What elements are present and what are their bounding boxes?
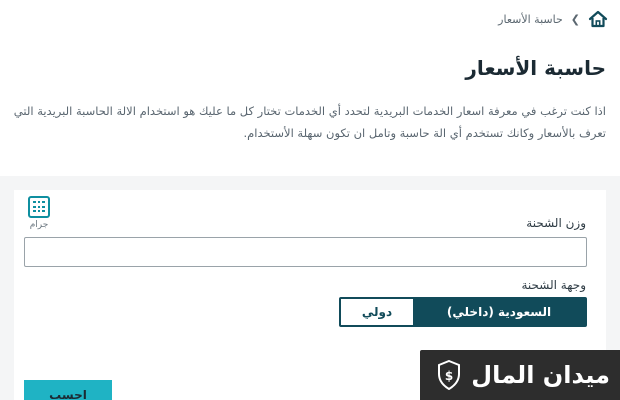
watermark-text: ميدان المال	[471, 361, 610, 389]
destination-toggle: السعودية (داخلي) دولي	[339, 297, 587, 327]
calculator-icon	[28, 196, 50, 218]
calculate-button[interactable]: احسب	[24, 380, 112, 400]
weight-input[interactable]	[24, 237, 587, 267]
unit-indicator: جرام	[24, 196, 54, 230]
watermark-logo: ميدان المال $	[420, 350, 620, 400]
destination-label: وجهة الشحنة	[521, 278, 587, 292]
breadcrumb-current: حاسبة الأسعار	[498, 12, 563, 26]
weight-label: وزن الشحنة	[526, 216, 586, 230]
home-icon[interactable]	[588, 10, 608, 28]
chevron-left-icon: ❯	[570, 12, 580, 26]
top-bar: ❯ حاسبة الأسعار	[0, 0, 620, 40]
page-title: حاسبة الأسعار	[465, 56, 606, 80]
svg-text:$: $	[445, 369, 453, 383]
destination-option-domestic[interactable]: السعودية (داخلي)	[413, 299, 585, 325]
page-description: اذا كنت ترغب في معرفة اسعار الخدمات البر…	[13, 104, 606, 140]
unit-label: جرام	[29, 220, 49, 230]
breadcrumb: ❯ حاسبة الأسعار	[498, 10, 608, 28]
destination-option-international[interactable]: دولي	[341, 299, 413, 325]
shield-dollar-icon: $	[438, 360, 461, 390]
